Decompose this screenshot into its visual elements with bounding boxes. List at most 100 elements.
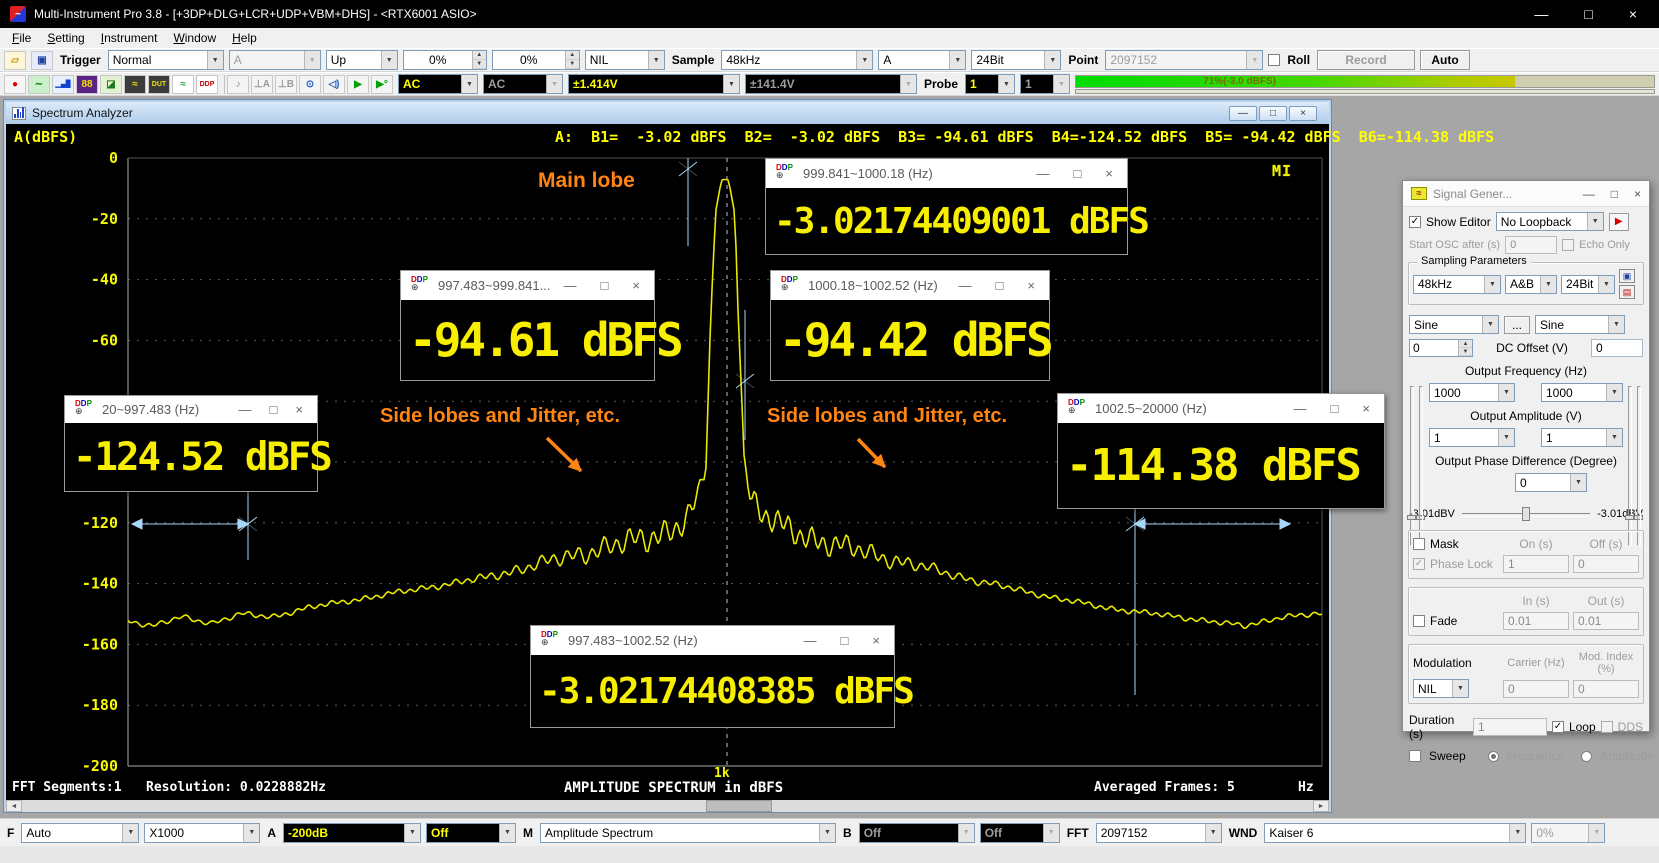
magnifier-icon[interactable]: ⊙ <box>299 75 321 94</box>
mask-on-input[interactable]: 1 <box>1503 555 1569 573</box>
mic-icon[interactable]: ♪ <box>227 75 249 94</box>
carrier-input[interactable]: 0 <box>1503 680 1569 698</box>
modulation-type-select[interactable]: NIL <box>1413 679 1469 698</box>
echo-only-checkbox[interactable] <box>1562 239 1574 251</box>
generator-channels-select[interactable]: A&B <box>1505 275 1557 294</box>
dc-offset-b-input[interactable]: 0 <box>1591 339 1643 357</box>
frequency-axis-select[interactable]: Auto <box>21 823 139 843</box>
spin-up-icon[interactable] <box>473 51 486 60</box>
close-button[interactable]: × <box>1289 106 1317 121</box>
close-button[interactable]: × <box>632 278 640 293</box>
point-count-select[interactable]: 2097152 <box>1105 50 1263 70</box>
label-a-icon[interactable]: ⊥A <box>251 75 273 94</box>
run-loop-icon[interactable]: ▶° <box>371 75 393 94</box>
close-button[interactable]: × <box>1634 187 1641 201</box>
y-range-b-select[interactable]: Off <box>859 823 975 843</box>
trigger-coupling-select[interactable]: NIL <box>585 50 665 70</box>
signal-generator-titlebar[interactable]: ≈ Signal Gener... — □ × <box>1403 181 1649 207</box>
phase-difference-select[interactable]: 0 <box>1515 473 1587 492</box>
minimize-button[interactable]: — <box>959 278 972 293</box>
generator-sample-rate-select[interactable]: 48kHz <box>1413 275 1501 294</box>
auto-button[interactable]: Auto <box>1420 50 1470 70</box>
device-icon[interactable]: ▤ <box>1619 285 1635 299</box>
spectrum-3d-icon[interactable]: ≈ <box>124 75 146 94</box>
sample-channel-select[interactable]: A <box>878 50 966 70</box>
maximize-button[interactable]: □ <box>841 633 849 648</box>
amplitude-a-select[interactable]: 1 <box>1429 428 1515 447</box>
ddp-icon[interactable]: DDP <box>196 75 218 94</box>
roll-checkbox[interactable] <box>1268 54 1280 66</box>
sample-rate-select[interactable]: 48kHz <box>721 50 873 70</box>
scrollbar-track[interactable] <box>22 800 1313 812</box>
run-icon[interactable]: ▶ <box>347 75 369 94</box>
minimize-button[interactable]: — <box>1037 166 1050 181</box>
minimize-button[interactable]: — <box>1229 106 1257 121</box>
spin-down-icon[interactable] <box>566 60 579 69</box>
amplitude-slider-a[interactable] <box>1407 386 1427 546</box>
minimize-button[interactable]: — <box>1583 187 1595 201</box>
ddp-titlebar[interactable]: DDP⊕ 20~997.483 (Hz) —□× <box>65 396 317 423</box>
record-button[interactable]: Record <box>1317 50 1415 70</box>
trigger-level-spinner[interactable]: 0% <box>403 50 487 70</box>
maximize-button[interactable]: □ <box>601 278 609 293</box>
device-test-plan-icon[interactable]: ◪ <box>100 75 122 94</box>
spectrum-analyzer-icon[interactable]: ▁▄█ <box>52 75 74 94</box>
speaker-icon[interactable]: ◁) <box>323 75 345 94</box>
ddp-titlebar[interactable]: DDP⊕ 1000.18~1002.52 (Hz) —□× <box>771 271 1049 300</box>
menu-file[interactable]: File <box>4 29 39 47</box>
label-b-icon[interactable]: ⊥B <box>275 75 297 94</box>
mask-checkbox[interactable] <box>1413 538 1425 550</box>
spin-up-icon[interactable] <box>566 51 579 60</box>
close-button[interactable]: × <box>1027 278 1035 293</box>
phase-lock-checkbox[interactable] <box>1413 558 1425 570</box>
menu-help[interactable]: Help <box>224 29 265 47</box>
sweep-amplitude-radio[interactable] <box>1581 751 1592 762</box>
range-b-select[interactable]: ±141.4V <box>745 74 917 94</box>
maximize-button[interactable]: □ <box>270 402 278 417</box>
close-button[interactable]: × <box>872 633 880 648</box>
start-generator-icon[interactable]: ▶ <box>1609 213 1629 231</box>
probe-b-select[interactable]: 1 <box>1020 74 1070 94</box>
frequency-a-select[interactable]: 1000 <box>1429 383 1515 402</box>
ddp-window-low-band[interactable]: DDP⊕ 20~997.483 (Hz) —□× -124.52 dBFS <box>64 395 318 492</box>
coupling-a-select[interactable]: AC <box>398 74 478 94</box>
trigger-edge-select[interactable]: Up <box>326 50 398 70</box>
amplitude-b-select[interactable]: 1 <box>1541 428 1623 447</box>
fade-out-input[interactable]: 0.01 <box>1573 612 1639 630</box>
menu-instrument[interactable]: Instrument <box>93 29 166 47</box>
ddp-window-main-lobe-peak[interactable]: DDP⊕ 999.841~1000.18 (Hz) —□× -3.0217440… <box>765 158 1128 255</box>
record-icon[interactable]: ● <box>4 75 26 94</box>
ddp-window-full-peak-band[interactable]: DDP⊕ 997.483~1002.52 (Hz) —□× -3.0217440… <box>530 625 895 728</box>
minimize-button[interactable]: — <box>564 278 577 293</box>
frequency-b-select[interactable]: 1000 <box>1541 383 1623 402</box>
overlap-select[interactable]: 0% <box>1531 823 1605 843</box>
trigger-delay-spinner[interactable]: 0% <box>492 50 580 70</box>
range-a-select[interactable]: ±1.414V <box>568 74 740 94</box>
slider-thumb[interactable] <box>1522 507 1530 521</box>
coupling-b-select[interactable]: AC <box>483 74 563 94</box>
spin-down-icon[interactable] <box>473 60 486 69</box>
trigger-source-select[interactable]: A <box>229 50 321 70</box>
minimize-button[interactable]: — <box>239 402 252 417</box>
minimize-button[interactable]: — <box>1534 6 1548 22</box>
derived-data-curve-icon[interactable]: ≈ <box>172 75 194 94</box>
chart-horizontal-scrollbar[interactable]: ◄ ► <box>6 800 1329 812</box>
oscilloscope-icon[interactable]: ∼ <box>28 75 50 94</box>
balance-slider[interactable] <box>1460 506 1592 522</box>
waveform-b-select[interactable]: Sine <box>1535 315 1625 334</box>
fade-in-input[interactable]: 0.01 <box>1503 612 1569 630</box>
ddp-titlebar[interactable]: DDP⊕ 997.483~1002.52 (Hz) —□× <box>531 626 894 655</box>
scroll-right-icon[interactable]: ► <box>1313 800 1329 812</box>
y-shift-a-select[interactable]: Off <box>426 823 516 843</box>
ddp-window-right-sidelobe[interactable]: DDP⊕ 1000.18~1002.52 (Hz) —□× -94.42 dBF… <box>770 270 1050 381</box>
maximize-button[interactable]: □ <box>1074 166 1082 181</box>
dc-offset-a-spinner[interactable]: 0 <box>1409 339 1473 357</box>
waveform-a-select[interactable]: Sine <box>1409 315 1499 334</box>
minimize-button[interactable]: — <box>1294 401 1307 416</box>
probe-a-select[interactable]: 1 <box>965 74 1015 94</box>
fade-checkbox[interactable] <box>1413 615 1425 627</box>
loop-checkbox[interactable] <box>1552 721 1564 733</box>
display-mode-select[interactable]: Amplitude Spectrum <box>540 823 836 843</box>
window-function-select[interactable]: Kaiser 6 <box>1264 823 1526 843</box>
mod-index-input[interactable]: 0 <box>1573 680 1639 698</box>
